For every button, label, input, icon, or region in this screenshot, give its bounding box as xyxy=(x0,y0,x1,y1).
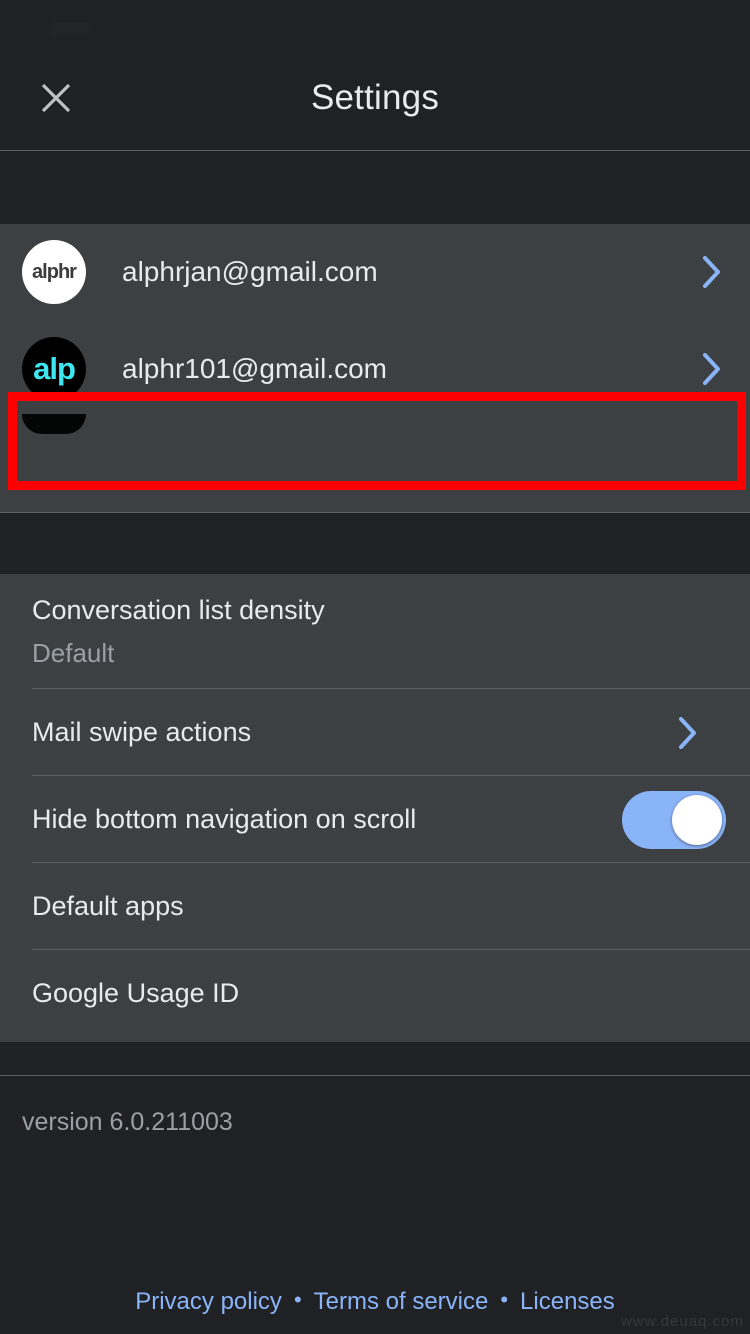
status-bar xyxy=(0,0,750,46)
footer-area: version 6.0.211003 Privacy policy • Term… xyxy=(0,1075,750,1334)
app-bar: Settings xyxy=(0,46,750,150)
chevron-right-icon[interactable] xyxy=(690,349,750,389)
setting-row-mail-swipe-actions[interactable]: Mail swipe actions xyxy=(0,689,750,776)
setting-row-google-usage-id[interactable]: Google Usage ID xyxy=(0,950,750,1037)
close-button[interactable] xyxy=(30,72,82,124)
status-bar-icons xyxy=(50,22,92,36)
licenses-link[interactable]: Licenses xyxy=(520,1288,615,1316)
toggle-knob xyxy=(672,794,722,845)
settings-card: Conversation list density Default Mail s… xyxy=(0,574,750,1042)
setting-title: Default apps xyxy=(32,891,184,922)
setting-title: Mail swipe actions xyxy=(32,717,252,748)
footer-separator: • xyxy=(293,1287,302,1312)
page-title: Settings xyxy=(310,78,440,117)
setting-title: Conversation list density xyxy=(32,595,325,625)
account-email: alphrjan@gmail.com xyxy=(122,256,378,287)
chevron-right-icon[interactable] xyxy=(666,713,726,753)
accounts-card: alphr alphrjan@gmail.com alp alphr101@gm… xyxy=(0,224,750,512)
account-email: alphr101@gmail.com xyxy=(122,353,387,384)
setting-title: Hide bottom navigation on scroll xyxy=(32,804,417,835)
terms-of-service-link[interactable]: Terms of service xyxy=(314,1288,489,1316)
app-bar-divider xyxy=(0,150,750,151)
avatar-label: alp xyxy=(33,351,76,386)
setting-title: Google Usage ID xyxy=(32,978,240,1009)
close-icon xyxy=(38,80,74,116)
setting-row-default-apps[interactable]: Default apps xyxy=(0,863,750,950)
account-row[interactable]: alphr alphrjan@gmail.com xyxy=(0,224,750,320)
settings-screen: Settings alphr alphrjan@gmail.com alp al… xyxy=(0,0,750,1334)
footer-separator: • xyxy=(500,1287,509,1312)
divider xyxy=(0,512,750,513)
section-gap xyxy=(0,1042,750,1075)
setting-subtitle: Default xyxy=(32,638,115,669)
footer-links: Privacy policy • Terms of service • Lice… xyxy=(0,1288,750,1316)
privacy-policy-link[interactable]: Privacy policy xyxy=(135,1288,282,1316)
account-row[interactable]: alp alphr101@gmail.com xyxy=(0,320,750,418)
setting-row-hide-bottom-navigation[interactable]: Hide bottom navigation on scroll xyxy=(0,776,750,863)
avatar xyxy=(22,414,86,434)
watermark: www.deuaq.com xyxy=(620,1313,744,1330)
setting-row-conversation-list-density[interactable]: Conversation list density Default xyxy=(0,574,750,689)
avatar: alp xyxy=(22,337,86,401)
divider xyxy=(0,1075,750,1076)
chevron-right-icon[interactable] xyxy=(690,252,750,292)
version-label: version 6.0.211003 xyxy=(22,1108,233,1136)
section-gap xyxy=(0,512,750,574)
hide-bottom-navigation-toggle[interactable] xyxy=(622,790,726,849)
account-row-partial[interactable] xyxy=(0,414,750,458)
avatar-label: alphr xyxy=(32,260,77,283)
avatar: alphr xyxy=(22,240,86,304)
